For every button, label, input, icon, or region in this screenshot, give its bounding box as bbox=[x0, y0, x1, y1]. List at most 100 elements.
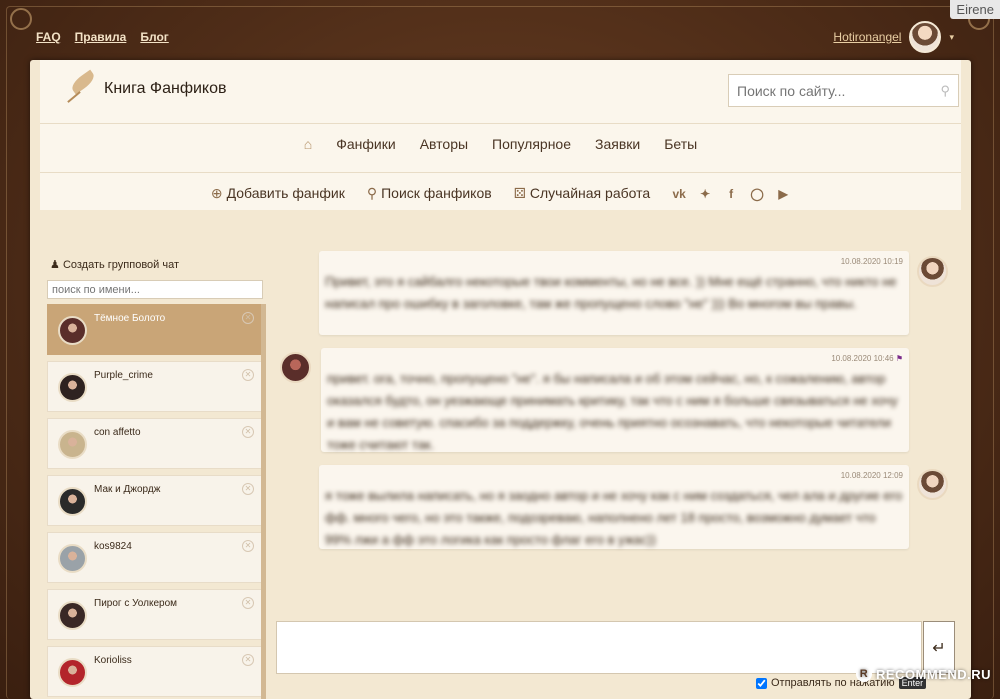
chat-avatar bbox=[58, 601, 87, 630]
group-icon: ♟ bbox=[50, 259, 60, 271]
user-avatar[interactable] bbox=[909, 21, 942, 53]
message-time-value: 10.08.2020 10:46 bbox=[831, 354, 894, 363]
close-icon[interactable]: ✕ bbox=[242, 483, 254, 495]
scrollbar-thumb[interactable] bbox=[261, 304, 266, 699]
chat-list: Тёмное Болото ✕ Purple_crime ✕ con affetto ✕ М… bbox=[47, 304, 263, 699]
random-work-label: Случайная работа bbox=[529, 185, 651, 201]
site-search: ⚲ bbox=[728, 74, 959, 107]
messenger: ♟ Создать групповой чат Тёмное Болото✕Pu… bbox=[40, 236, 961, 699]
vk-icon[interactable]: vk bbox=[672, 187, 686, 201]
nav-betas[interactable]: Беты bbox=[664, 136, 697, 152]
home-icon[interactable]: ⌂ bbox=[304, 136, 312, 152]
chevron-down-icon[interactable]: ▾ bbox=[949, 32, 954, 43]
message-avatar[interactable] bbox=[917, 469, 948, 500]
message-bubble: 10.08.2020 10:46 ⚑ привет. ога, точно, п… bbox=[321, 348, 909, 452]
watermark: R RECOMMEND.RU bbox=[856, 666, 991, 682]
youtube-icon[interactable]: ▶ bbox=[776, 187, 790, 201]
chat-list-item[interactable]: Тёмное Болото ✕ bbox=[47, 304, 263, 355]
find-fanfics-link[interactable]: ⚲ Поиск фанфиков bbox=[367, 185, 492, 202]
chat-name: Purple_crime bbox=[94, 370, 153, 381]
chat-name: kos9824 bbox=[94, 541, 132, 552]
plus-circle-icon: ⊕ bbox=[210, 185, 223, 201]
facebook-icon[interactable]: f bbox=[724, 187, 738, 201]
close-icon[interactable]: ✕ bbox=[242, 369, 254, 381]
instagram-icon[interactable]: ◯ bbox=[750, 187, 764, 201]
primary-nav: ⌂ Фанфики Авторы Популярное Заявки Беты bbox=[40, 136, 961, 152]
rules-link[interactable]: Правила bbox=[75, 30, 127, 44]
search-icon: ⚲ bbox=[366, 185, 378, 201]
social-links: vk ✦ f ◯ ▶ bbox=[672, 187, 790, 201]
recommend-logo-icon: R bbox=[856, 666, 872, 682]
chat-list-item[interactable]: Пирог с Уолкером ✕ bbox=[47, 589, 263, 640]
site-header: Книга Фанфиков ⚲ ⌂ Фанфики Авторы Популя… bbox=[40, 60, 961, 210]
divider bbox=[40, 123, 961, 124]
chat-list-item[interactable]: kos9824 ✕ bbox=[47, 532, 263, 583]
message-text: привет. ога, точно, пропущено "не". я бы… bbox=[327, 371, 898, 452]
flag-icon[interactable]: ⚑ bbox=[896, 354, 903, 363]
dice-icon: ⚄ bbox=[513, 185, 526, 201]
chat-avatar bbox=[58, 316, 87, 345]
message-text: я тоже вылила написать, но я заодно авто… bbox=[325, 488, 903, 547]
chat-avatar bbox=[58, 430, 87, 459]
close-icon[interactable]: ✕ bbox=[242, 654, 254, 666]
chat-search-input[interactable] bbox=[47, 280, 263, 299]
message-time: 10.08.2020 12:09 bbox=[840, 471, 903, 480]
chat-name: Korioliss bbox=[94, 655, 132, 666]
chat-list-item[interactable]: Korioliss ✕ bbox=[47, 646, 263, 697]
feather-icon bbox=[62, 74, 98, 104]
twitter-icon[interactable]: ✦ bbox=[698, 187, 712, 201]
nav-requests[interactable]: Заявки bbox=[595, 136, 640, 152]
secondary-nav: ⊕ Добавить фанфик ⚲ Поиск фанфиков ⚄ Случай… bbox=[40, 185, 961, 202]
chat-avatar bbox=[58, 658, 87, 687]
add-fanfic-label: Добавить фанфик bbox=[226, 185, 345, 201]
watermark-text: RECOMMEND.RU bbox=[876, 666, 992, 682]
top-links: FAQ Правила Блог bbox=[36, 30, 169, 44]
random-work-link[interactable]: ⚄ Случайная работа bbox=[514, 185, 650, 202]
message-avatar[interactable] bbox=[280, 352, 311, 383]
chat-list-item[interactable]: Мак и Джордж ✕ bbox=[47, 475, 263, 526]
chat-list-item[interactable]: con affetto ✕ bbox=[47, 418, 263, 469]
message-thread: 10.08.2020 10:19 Привет, это я сайбалго … bbox=[276, 236, 961, 616]
chat-avatar bbox=[58, 373, 87, 402]
message-bubble: 10.08.2020 10:19 Привет, это я сайбалго … bbox=[319, 251, 909, 335]
chat-avatar bbox=[58, 487, 87, 516]
nav-popular[interactable]: Популярное bbox=[492, 136, 571, 152]
chat-name: Тёмное Болото bbox=[94, 313, 166, 324]
enter-icon: ↵ bbox=[932, 639, 946, 657]
add-fanfic-link[interactable]: ⊕ Добавить фанфик bbox=[211, 185, 345, 202]
page-container: Книга Фанфиков ⚲ ⌂ Фанфики Авторы Популя… bbox=[30, 60, 971, 699]
chat-name: Мак и Джордж bbox=[94, 484, 161, 495]
message-text: Привет, это я сайбалго некоторые твои ко… bbox=[325, 274, 897, 311]
user-menu[interactable]: Hotironangel ▾ bbox=[833, 21, 954, 53]
chat-avatar bbox=[58, 544, 87, 573]
search-icon[interactable]: ⚲ bbox=[940, 83, 950, 99]
nav-fanfics[interactable]: Фанфики bbox=[336, 136, 395, 152]
chat-name: Пирог с Уолкером bbox=[94, 598, 178, 609]
message-time: 10.08.2020 10:19 bbox=[840, 257, 903, 266]
corner-badge: Eirene bbox=[950, 0, 1000, 19]
corner-ornament bbox=[10, 8, 32, 30]
site-search-input[interactable] bbox=[737, 82, 917, 99]
site-title: Книга Фанфиков bbox=[104, 80, 227, 97]
close-icon[interactable]: ✕ bbox=[242, 597, 254, 609]
close-icon[interactable]: ✕ bbox=[242, 540, 254, 552]
faq-link[interactable]: FAQ bbox=[36, 30, 61, 44]
chat-list-item[interactable]: Purple_crime ✕ bbox=[47, 361, 263, 412]
chat-list-scrollbar[interactable] bbox=[261, 304, 266, 699]
nav-authors[interactable]: Авторы bbox=[420, 136, 468, 152]
create-group-chat-button[interactable]: ♟ Создать групповой чат bbox=[50, 258, 179, 271]
username-link[interactable]: Hotironangel bbox=[833, 30, 901, 44]
create-group-label: Создать групповой чат bbox=[62, 259, 180, 271]
close-icon[interactable]: ✕ bbox=[242, 426, 254, 438]
site-logo[interactable]: Книга Фанфиков bbox=[62, 74, 227, 104]
chat-name: con affetto bbox=[94, 427, 141, 438]
message-bubble: 10.08.2020 12:09 я тоже вылила написать,… bbox=[319, 465, 909, 549]
close-icon[interactable]: ✕ bbox=[242, 312, 254, 324]
blog-link[interactable]: Блог bbox=[140, 30, 168, 44]
send-on-enter-checkbox[interactable] bbox=[756, 677, 767, 689]
message-avatar[interactable] bbox=[917, 256, 948, 287]
message-input[interactable] bbox=[276, 621, 922, 674]
message-time: 10.08.2020 10:46 ⚑ bbox=[831, 354, 903, 363]
divider bbox=[40, 172, 961, 173]
find-fanfics-label: Поиск фанфиков bbox=[381, 185, 492, 201]
